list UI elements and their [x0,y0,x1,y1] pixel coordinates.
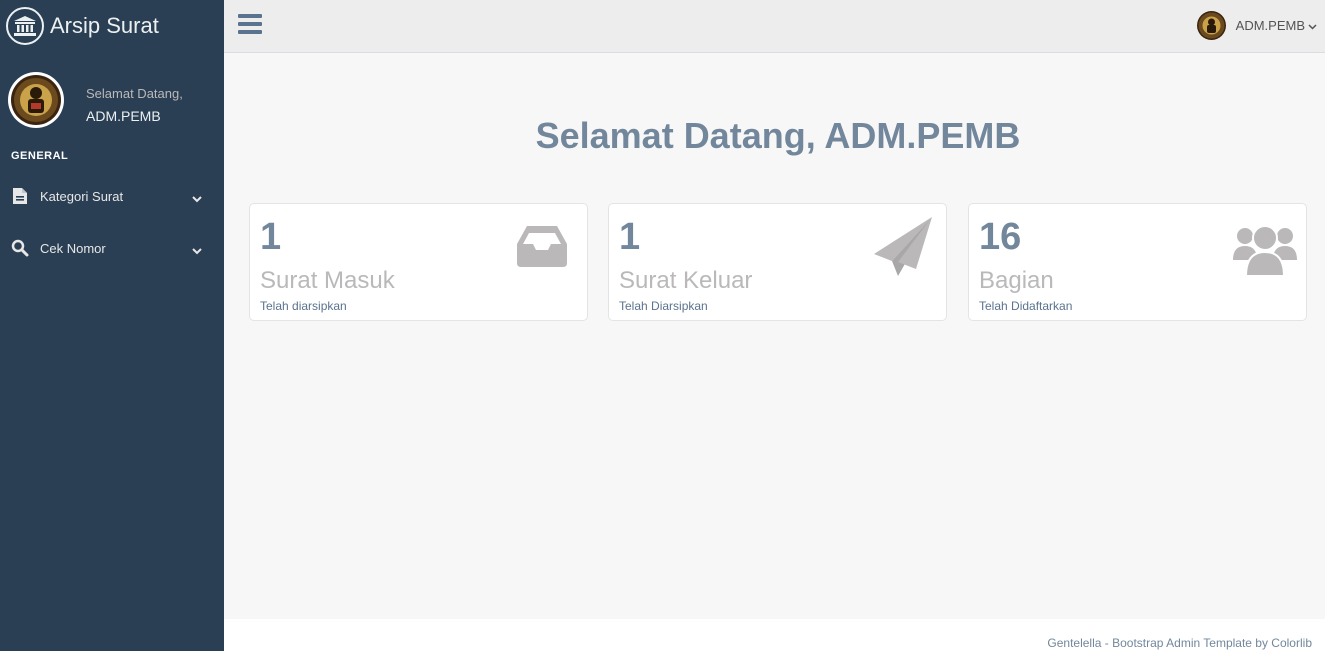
tile-subtitle: Telah Diarsipkan [619,299,708,313]
search-icon [10,239,30,257]
menu-section-title: GENERAL [11,150,69,162]
top-navbar: ADM.PEMB [224,0,1325,53]
tile-label: Bagian [979,267,1054,294]
sidebar-item-label: Kategori Surat [40,188,124,204]
footer-credit-link[interactable]: Gentelella - Bootstrap Admin Template by… [1047,636,1312,650]
menu-toggle-icon[interactable] [238,14,262,36]
paper-plane-icon [872,216,934,283]
institution-icon [6,7,44,45]
footer: Gentelella - Bootstrap Admin Template by… [224,619,1325,651]
avatar [8,72,64,128]
stat-tile-bagian: 16 Bagian Telah Didaftarkan [968,203,1307,321]
file-text-icon [10,187,30,205]
profile-greeting: Selamat Datang, [86,86,183,101]
sidebar-item-label: Cek Nomor [40,240,106,256]
tile-count: 16 [979,216,1022,258]
page-title: Selamat Datang, ADM.PEMB [535,115,1021,156]
user-name: ADM.PEMB [1235,18,1305,33]
stat-tile-surat-keluar: 1 Surat Keluar Telah Diarsipkan [608,203,947,321]
chevron-down-icon [192,242,202,260]
tile-subtitle: Telah diarsipkan [260,299,347,313]
tile-subtitle: Telah Didaftarkan [979,299,1073,313]
tile-label: Surat Keluar [619,267,753,294]
profile-name: ADM.PEMB [86,108,161,124]
tile-count: 1 [260,216,282,258]
user-dropdown[interactable]: ADM.PEMB [1196,11,1317,40]
profile-block: Selamat Datang, ADM.PEMB [0,70,224,130]
chevron-down-icon [192,190,202,208]
sidebar-item-cek-nomor[interactable]: Cek Nomor [0,228,224,268]
chevron-down-icon [1308,17,1317,35]
inbox-icon [515,216,569,273]
users-icon [1232,216,1298,283]
tile-label: Surat Masuk [260,267,395,294]
sidebar-item-kategori-surat[interactable]: Kategori Surat [0,176,224,216]
tile-count: 1 [619,216,641,258]
avatar [1196,11,1226,40]
stat-tile-surat-masuk: 1 Surat Masuk Telah diarsipkan [249,203,588,321]
brand-title: Arsip Surat [50,13,159,38]
brand-link[interactable]: Arsip Surat [0,0,224,52]
sidebar: Arsip Surat Selamat Datang, ADM.PEMB GEN… [0,0,224,651]
